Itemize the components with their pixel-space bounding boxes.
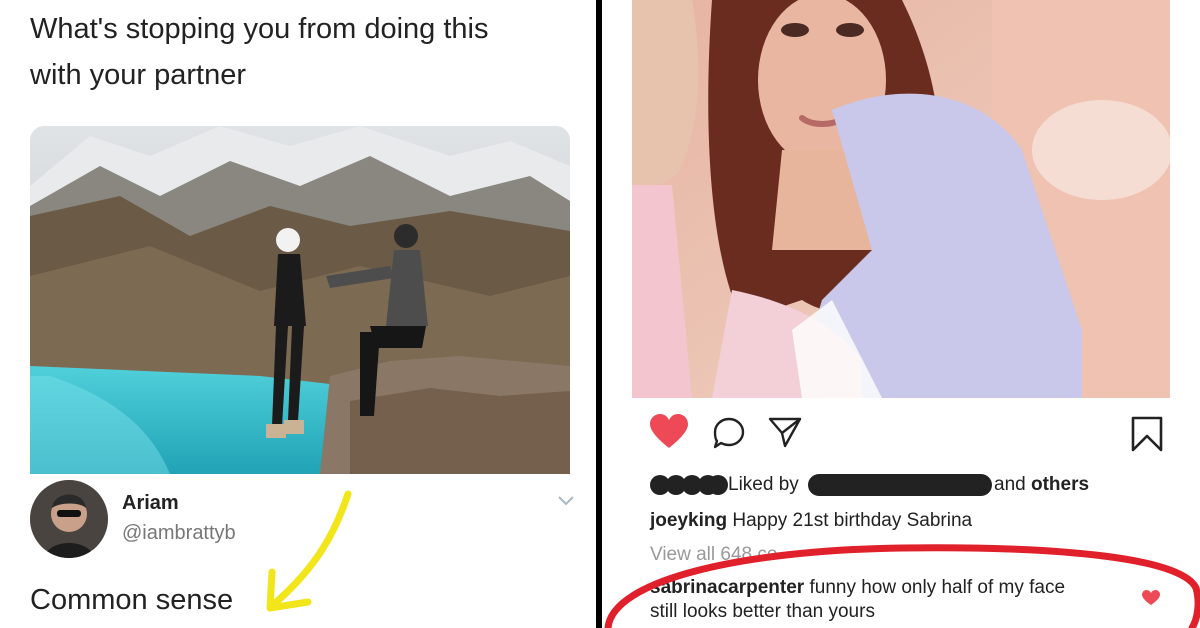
tweet-text-line-2: with your partner: [30, 59, 246, 91]
liked-by-prefix: Liked by: [728, 474, 799, 495]
liked-by-avatars: [650, 475, 728, 495]
avatar[interactable]: [30, 480, 108, 558]
liked-by-others[interactable]: others: [1031, 474, 1089, 495]
mountain-lake-photo: [30, 126, 570, 474]
caption-text: Happy 21st birthday Sabrina: [732, 510, 973, 531]
post-caption: joeyking Happy 21st birthday Sabrina: [650, 508, 972, 534]
chevron-down-icon[interactable]: [556, 494, 576, 508]
liked-by-and: and: [994, 474, 1026, 495]
heart-icon[interactable]: [650, 414, 688, 450]
bookmark-icon[interactable]: [1130, 416, 1164, 452]
instagram-action-bar: [650, 414, 1170, 456]
hand-drawn-arrow-icon: [266, 490, 352, 612]
tweet-text-line-1: What's stopping you from doing this: [30, 13, 489, 45]
reply-author-name[interactable]: Ariam: [122, 492, 179, 515]
red-annotation-circle: [604, 544, 1200, 628]
liked-by-suffix: and others: [994, 472, 1089, 498]
instagram-photo[interactable]: [632, 0, 1170, 398]
paper-plane-icon[interactable]: [768, 416, 802, 448]
reply-author-handle[interactable]: @iambrattyb: [122, 522, 236, 545]
tweet-text: What's stopping you from doing this with…: [30, 6, 570, 98]
instagram-panel: Liked by and others joeyking Happy 21st …: [602, 0, 1200, 628]
comment-bubble-icon[interactable]: [712, 416, 746, 450]
tweet-panel: What's stopping you from doing this with…: [0, 0, 596, 628]
tweet-photo[interactable]: [30, 126, 570, 474]
caption-username[interactable]: joeyking: [650, 510, 727, 531]
redaction-bar: [808, 474, 992, 496]
portrait-photo: [632, 0, 1170, 398]
reply-text: Common sense: [30, 584, 234, 616]
liked-by-row[interactable]: Liked by and others: [650, 472, 1170, 498]
